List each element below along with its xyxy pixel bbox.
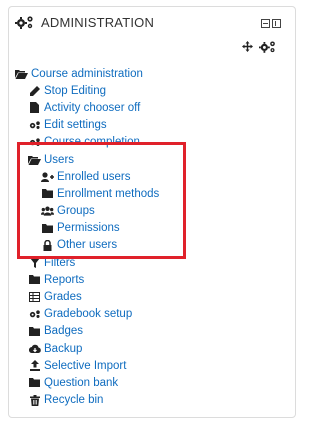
- tree-item-label: Course administration: [31, 67, 143, 80]
- tree-item-users[interactable]: Users: [13, 151, 293, 168]
- folder-icon: [28, 326, 41, 337]
- lock-icon: [41, 239, 54, 251]
- block-header: ADMINISTRATION: [15, 14, 154, 30]
- tree-item-label: Recycle bin: [44, 394, 104, 407]
- tree-item-course-administration[interactable]: Course administration: [13, 65, 293, 82]
- tree-item-label: Badges: [44, 325, 84, 338]
- tree-item-label: Reports: [44, 273, 85, 286]
- tree-item-selective-import[interactable]: Selective Import: [13, 357, 293, 374]
- folder-icon: [28, 377, 41, 388]
- tree-item-label: Filters: [44, 256, 76, 269]
- cog-icon: [28, 120, 41, 131]
- cog-icon: [28, 309, 41, 320]
- block-tools: [242, 39, 277, 54]
- folder-open-icon: [28, 154, 41, 165]
- block-title: ADMINISTRATION: [41, 14, 155, 30]
- tree-item-enrollment-methods[interactable]: Enrollment methods: [13, 185, 293, 202]
- cog-icon: [28, 137, 41, 148]
- settings-cog-icon[interactable]: [259, 39, 277, 54]
- tree-item-course-completion[interactable]: Course completion: [13, 134, 293, 151]
- cogs-icon: [15, 14, 35, 30]
- trash-icon: [28, 394, 41, 406]
- tree-item-label: Gradebook setup: [44, 308, 133, 321]
- tree-item-filters[interactable]: Filters: [13, 254, 293, 271]
- folder-icon: [41, 223, 54, 234]
- tree-item-label: Edit settings: [44, 119, 107, 132]
- tree-item-label: Users: [44, 153, 75, 166]
- tree-item-label: Permissions: [57, 222, 120, 235]
- table-icon: [28, 292, 41, 303]
- tree-item-label: Question bank: [44, 376, 119, 389]
- tree-item-label: Backup: [44, 342, 83, 355]
- filter-icon: [28, 257, 41, 268]
- tree-item-recycle-bin[interactable]: Recycle bin: [13, 392, 293, 409]
- tree-item-enrolled-users[interactable]: Enrolled users: [13, 168, 293, 185]
- tree-item-edit-settings[interactable]: Edit settings: [13, 117, 293, 134]
- minimize-icon[interactable]: [261, 19, 270, 28]
- tree-item-label: Groups: [57, 205, 95, 218]
- block-controls: [261, 19, 281, 28]
- tree-item-groups[interactable]: Groups: [13, 203, 293, 220]
- tree-item-activity-chooser[interactable]: Activity chooser off: [13, 99, 293, 116]
- admin-tree: Course administration Stop Editing Activ…: [13, 65, 293, 409]
- tree-item-grades[interactable]: Grades: [13, 288, 293, 305]
- tree-item-label: Enrollment methods: [57, 187, 160, 200]
- tree-item-label: Activity chooser off: [44, 101, 141, 114]
- tree-item-permissions[interactable]: Permissions: [13, 220, 293, 237]
- user-plus-icon: [41, 171, 54, 182]
- pencil-icon: [28, 85, 41, 96]
- tree-item-badges[interactable]: Badges: [13, 323, 293, 340]
- move-icon[interactable]: [242, 41, 253, 52]
- users-icon: [41, 206, 54, 217]
- tree-item-label: Selective Import: [44, 359, 127, 372]
- tree-item-label: Grades: [44, 291, 82, 304]
- tree-item-backup[interactable]: Backup: [13, 340, 293, 357]
- cloud-download-icon: [28, 343, 41, 354]
- administration-block: ADMINISTRATION Course administration Sto…: [8, 6, 296, 418]
- folder-icon: [28, 274, 41, 285]
- folder-icon: [41, 188, 54, 199]
- folder-open-icon: [15, 68, 28, 79]
- tree-item-other-users[interactable]: Other users: [13, 237, 293, 254]
- tree-item-question-bank[interactable]: Question bank: [13, 374, 293, 391]
- tree-item-label: Other users: [57, 239, 118, 252]
- dock-icon[interactable]: [272, 19, 281, 28]
- tree-item-reports[interactable]: Reports: [13, 271, 293, 288]
- file-icon: [28, 102, 41, 114]
- tree-item-stop-editing[interactable]: Stop Editing: [13, 82, 293, 99]
- upload-icon: [28, 360, 41, 372]
- tree-item-label: Enrolled users: [57, 170, 131, 183]
- tree-item-label: Course completion: [44, 136, 140, 149]
- tree-item-label: Stop Editing: [44, 84, 107, 97]
- tree-item-gradebook-setup[interactable]: Gradebook setup: [13, 306, 293, 323]
